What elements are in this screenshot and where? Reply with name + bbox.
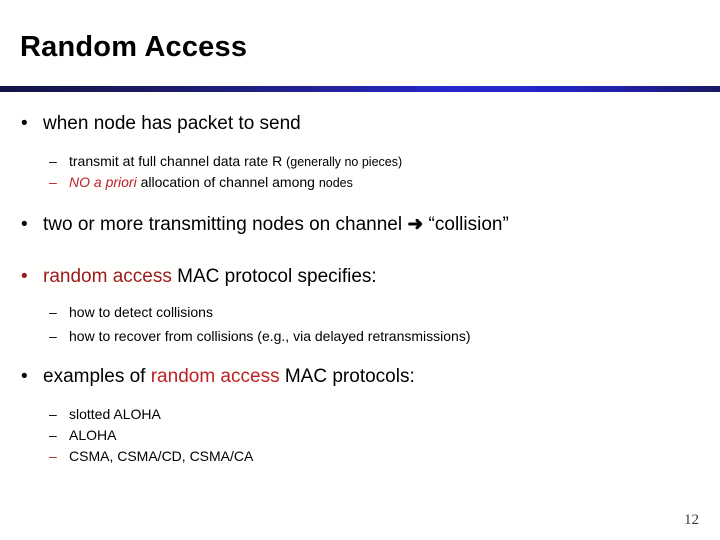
emphasis-text: random access [150, 366, 280, 387]
sub-bullet-item: – CSMA, CSMA/CD, CSMA/CA [49, 447, 253, 466]
bullet-text: two or more transmitting nodes on channe… [43, 214, 509, 235]
page-number: 12 [684, 512, 699, 528]
sub-bullet-text: slotted ALOHA [69, 406, 161, 422]
bullet-text: when node has packet to send [43, 113, 301, 134]
sub-bullet-item: – NO a priori allocation of channel amon… [49, 173, 353, 193]
bullet-item: • random access MAC protocol specifies: [18, 265, 377, 289]
sub-bullet-item: – transmit at full channel data rate R (… [49, 152, 402, 172]
slide-body: • when node has packet to send – transmi… [0, 100, 720, 500]
sub-bullet-text: how to recover from collisions (e.g., vi… [69, 328, 471, 344]
bullet-marker-icon: • [21, 266, 28, 287]
sub-bullet-item: – slotted ALOHA [49, 405, 161, 424]
title-divider-rule [0, 86, 720, 92]
sub-bullet-text: NO a priori allocation of channel among … [69, 174, 353, 190]
bullet-marker-icon: • [21, 113, 28, 134]
sub-bullet-text-note: nodes [318, 176, 353, 190]
emphasis-text: random access [43, 266, 172, 287]
bullet-item: • when node has packet to send [18, 112, 301, 136]
sub-bullet-item: – how to detect collisions [49, 303, 213, 322]
bullet-item: • two or more transmitting nodes on chan… [18, 213, 509, 237]
sub-bullet-item: – how to recover from collisions (e.g., … [49, 327, 471, 346]
bullet-text: random access MAC protocol specifies: [43, 266, 377, 287]
sub-bullet-text: ALOHA [69, 427, 117, 443]
sub-bullet-text: how to detect collisions [69, 304, 213, 320]
sub-bullet-text: transmit at full channel data rate R (ge… [69, 153, 403, 169]
bullet-marker-icon: • [21, 214, 28, 235]
dash-marker-icon: – [49, 406, 57, 422]
page-title: Random Access [20, 31, 248, 63]
dash-marker-icon: – [49, 328, 57, 344]
bullet-text: examples of random access MAC protocols: [43, 366, 415, 387]
dash-marker-icon: – [49, 427, 57, 443]
bullet-item: • examples of random access MAC protocol… [18, 365, 415, 389]
sub-bullet-text-note: (generally no pieces) [286, 155, 403, 169]
dash-marker-icon: – [49, 174, 57, 190]
sub-bullet-text: CSMA, CSMA/CD, CSMA/CA [69, 448, 254, 464]
sub-bullet-item: – ALOHA [49, 426, 116, 445]
slide-canvas: Random Access • when node has packet to … [0, 0, 720, 540]
dash-marker-icon: – [49, 448, 57, 464]
right-arrow-icon: ➜ [407, 214, 424, 235]
dash-marker-icon: – [49, 153, 57, 169]
bullet-marker-icon: • [21, 366, 28, 387]
dash-marker-icon: – [49, 304, 57, 320]
emphasis-text: NO a priori [69, 174, 137, 190]
